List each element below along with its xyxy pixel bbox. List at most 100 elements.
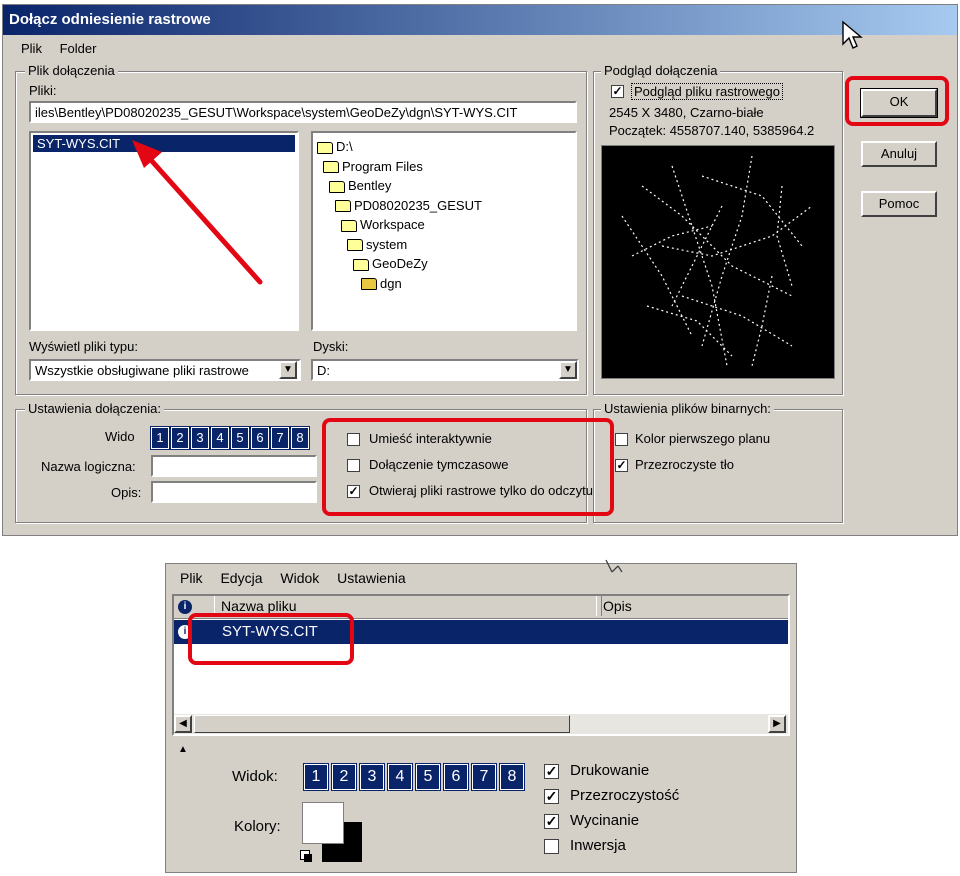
foreground-color-checkbox[interactable] (615, 433, 628, 446)
clipping-checkbox[interactable]: ✓ (544, 814, 559, 829)
folder-tree[interactable]: D:\ Program Files Bentley PD08020235_GES… (311, 131, 577, 331)
folder-program-files[interactable]: Program Files (317, 157, 575, 177)
view-label: Wido (105, 429, 135, 444)
dialog-title: Dołącz odniesienie rastrowe (3, 5, 957, 35)
drives-select[interactable]: D: (311, 359, 579, 381)
menu-folder[interactable]: Folder (60, 41, 97, 56)
file-group-label: Plik dołączenia (25, 63, 118, 78)
view-1-toggle[interactable]: 1 (303, 763, 329, 791)
folder-workspace[interactable]: Workspace (317, 215, 575, 235)
folder-open-icon (329, 180, 345, 193)
collapse-arrow-icon[interactable]: ▲ (178, 744, 188, 755)
ok-highlight-box (845, 76, 949, 126)
dialog-menubar: Plik Folder (21, 41, 110, 56)
folder-geodezy[interactable]: GeoDeZy (317, 254, 575, 274)
transparent-bg-label: Przezroczyste tło (635, 457, 734, 472)
cancel-button[interactable]: Anuluj (861, 141, 937, 167)
view-3-toggle[interactable]: 3 (190, 426, 210, 450)
mouse-pointer-icon (842, 20, 863, 49)
default-colors-icon (304, 854, 312, 862)
menu-widok[interactable]: Widok (280, 570, 319, 586)
drives-value: D: (317, 363, 330, 378)
view-6-toggle[interactable]: 6 (250, 426, 270, 450)
folder-open-icon (323, 161, 339, 174)
preview-checkbox[interactable]: ✓ (611, 85, 624, 98)
raster-preview-image (601, 145, 835, 379)
menu-plik[interactable]: Plik (21, 41, 42, 56)
horizontal-scrollbar[interactable]: ◀ ▶ (174, 714, 788, 734)
filetype-dropdown-icon[interactable]: ▼ (279, 361, 297, 379)
options-highlight-box (322, 418, 614, 516)
view-5-toggle[interactable]: 5 (230, 426, 250, 450)
colors-label: Kolory: (234, 818, 281, 835)
folder-dgn[interactable]: dgn (317, 274, 575, 294)
drives-dropdown-icon[interactable]: ▼ (559, 361, 577, 379)
cursor-fragment-icon (605, 559, 623, 573)
menu-edycja[interactable]: Edycja (220, 570, 262, 586)
raster-manager-window: Plik Edycja Widok Ustawienia i Nazwa pli… (165, 563, 797, 873)
clipping-label: Wycinanie (570, 812, 640, 829)
folder-open-icon (317, 141, 333, 154)
view-5-toggle[interactable]: 5 (415, 763, 441, 791)
filetype-select[interactable]: Wszystkie obsługiwane pliki rastrowe (29, 359, 301, 381)
manager-view-label: Widok: (232, 768, 278, 785)
view-6-toggle[interactable]: 6 (443, 763, 469, 791)
scroll-left-icon[interactable]: ◀ (174, 715, 192, 733)
path-field[interactable]: iles\Bentley\PD08020235_GESUT\Workspace\… (29, 101, 577, 123)
description-input[interactable] (151, 481, 317, 503)
foreground-color-swatch[interactable] (302, 802, 344, 844)
preview-info-size: 2545 X 3480, Czarno-białe (609, 105, 764, 120)
folder-tree-list: D:\ Program Files Bentley PD08020235_GES… (317, 137, 575, 293)
foreground-color-label: Kolor pierwszego planu (635, 431, 771, 446)
view-1-toggle[interactable]: 1 (150, 426, 170, 450)
raster-preview-lines (621, 155, 813, 367)
preview-checkbox-label: Podgląd pliku rastrowego (631, 83, 783, 100)
inversion-label: Inwersja (570, 837, 626, 854)
print-checkbox[interactable]: ✓ (544, 764, 559, 779)
folder-open-icon (335, 200, 351, 213)
view-3-toggle[interactable]: 3 (359, 763, 385, 791)
preview-group-label: Podgląd dołączenia (601, 63, 721, 78)
view-2-toggle[interactable]: 2 (331, 763, 357, 791)
logical-name-input[interactable] (151, 455, 317, 477)
red-arrow-icon (132, 140, 263, 285)
scroll-thumb[interactable] (194, 715, 570, 733)
folder-open-icon (347, 239, 363, 252)
inversion-checkbox[interactable] (544, 839, 559, 854)
folder-pd08020235[interactable]: PD08020235_GESUT (317, 196, 575, 216)
row-highlight-box (188, 613, 354, 665)
scroll-right-icon[interactable]: ▶ (768, 715, 786, 733)
view-7-toggle[interactable]: 7 (270, 426, 290, 450)
transparency-checkbox[interactable]: ✓ (544, 789, 559, 804)
view-buttons: 12345678 (150, 426, 311, 450)
folder-d-root[interactable]: D:\ (317, 137, 575, 157)
view-4-toggle[interactable]: 4 (387, 763, 413, 791)
folder-system[interactable]: system (317, 235, 575, 255)
transparency-label: Przezroczystość (570, 787, 680, 804)
view-8-toggle[interactable]: 8 (290, 426, 310, 450)
attach-settings-label: Ustawienia dołączenia: (25, 401, 164, 416)
column-header-description[interactable]: Opis (596, 596, 793, 616)
binary-settings-label: Ustawienia plików binarnych: (601, 401, 774, 416)
transparent-bg-checkbox[interactable]: ✓ (615, 459, 628, 472)
view-7-toggle[interactable]: 7 (471, 763, 497, 791)
logical-name-label: Nazwa logiczna: (41, 459, 136, 474)
manager-view-buttons: 12345678 (303, 763, 528, 791)
menu-plik[interactable]: Plik (180, 570, 203, 586)
preview-info-origin: Początek: 4558707.140, 5385964.2 (609, 123, 815, 138)
view-4-toggle[interactable]: 4 (210, 426, 230, 450)
print-label: Drukowanie (570, 762, 650, 779)
colors-swatch[interactable] (298, 800, 368, 866)
menu-ustawienia[interactable]: Ustawienia (337, 570, 405, 586)
filetype-value: Wszystkie obsługiwane pliki rastrowe (35, 363, 249, 378)
files-label: Pliki: (29, 83, 57, 98)
manager-menubar: Plik Edycja Widok Ustawienia (180, 570, 420, 586)
drives-label: Dyski: (313, 339, 349, 354)
view-2-toggle[interactable]: 2 (170, 426, 190, 450)
folder-bentley[interactable]: Bentley (317, 176, 575, 196)
folder-open-icon (361, 278, 377, 291)
help-button[interactable]: Pomoc (861, 191, 937, 217)
folder-open-icon (353, 258, 369, 271)
filetype-label: Wyświetl pliki typu: (29, 339, 138, 354)
view-8-toggle[interactable]: 8 (499, 763, 525, 791)
